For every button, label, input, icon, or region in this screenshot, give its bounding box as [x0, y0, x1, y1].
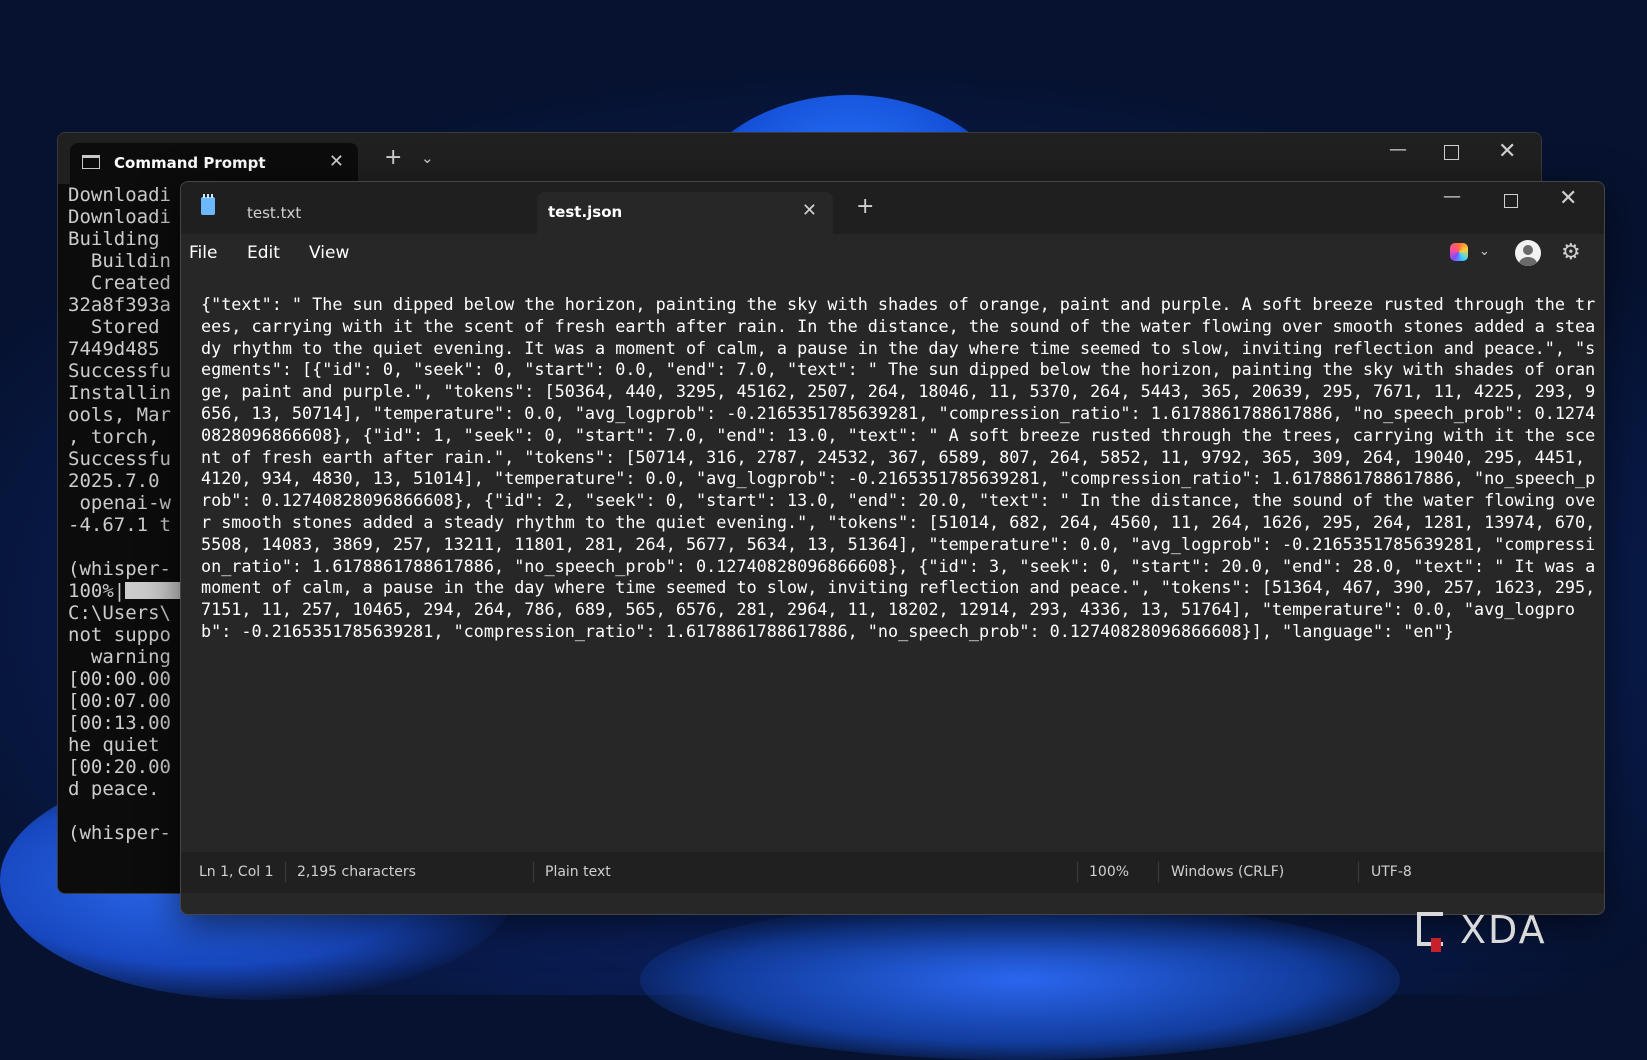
close-tab-icon[interactable]: ✕: [802, 200, 817, 221]
maximize-button[interactable]: [1444, 145, 1459, 160]
notepad-window: test.txt test.json ✕ + — ✕ File Edit Vie…: [180, 181, 1605, 915]
cmd-tab[interactable]: Command Prompt ✕: [70, 143, 358, 184]
status-bar: Ln 1, Col 1 2,195 characters Plain text …: [181, 852, 1604, 893]
wallpaper-bloom: [640, 900, 1400, 1060]
xda-logo-icon: [1417, 912, 1443, 952]
minimize-button[interactable]: —: [1389, 139, 1407, 160]
close-window-button[interactable]: ✕: [1498, 139, 1516, 164]
file-format: Plain text: [545, 864, 611, 880]
menu-file[interactable]: File: [189, 243, 217, 263]
cursor-position: Ln 1, Col 1: [199, 864, 274, 880]
notepad-tabbar: test.txt test.json ✕ + — ✕: [181, 182, 1604, 234]
tab-test-txt[interactable]: test.txt: [247, 204, 301, 222]
new-tab-icon[interactable]: +: [384, 145, 402, 170]
chevron-down-icon[interactable]: ⌄: [421, 149, 434, 167]
gear-icon[interactable]: ⚙: [1561, 240, 1581, 265]
terminal-output[interactable]: Downloadi Downloadi Building Buildin Cre…: [68, 184, 186, 844]
menu-edit[interactable]: Edit: [247, 243, 280, 263]
cmd-titlebar: Command Prompt ✕ + ⌄ — ✕: [58, 133, 1541, 184]
menu-bar: File Edit View ⌄ ⚙: [181, 234, 1604, 276]
editor-content[interactable]: {"text": " The sun dipped below the hori…: [201, 294, 1596, 643]
new-tab-icon[interactable]: +: [856, 194, 874, 219]
terminal-text: Downloadi Downloadi Building Buildin Cre…: [68, 184, 171, 602]
terminal-text: C:\Users\ not suppo warning [00:00.00 [0…: [68, 602, 171, 844]
cmd-tab-title: Command Prompt: [114, 154, 266, 172]
menu-view[interactable]: View: [309, 243, 349, 263]
minimize-button[interactable]: —: [1443, 186, 1461, 207]
copilot-icon[interactable]: [1450, 243, 1468, 261]
character-count: 2,195 characters: [297, 864, 416, 880]
tab-test-json[interactable]: test.json ✕: [537, 192, 833, 234]
progress-bar: [125, 582, 186, 599]
tab-label: test.json: [548, 203, 623, 221]
encoding[interactable]: UTF-8: [1371, 864, 1412, 880]
text-editor[interactable]: {"text": " The sun dipped below the hori…: [181, 276, 1604, 852]
line-ending[interactable]: Windows (CRLF): [1171, 864, 1284, 880]
xda-watermark: XDA: [1460, 908, 1547, 952]
chevron-down-icon[interactable]: ⌄: [1479, 244, 1490, 259]
avatar[interactable]: [1515, 240, 1541, 266]
terminal-icon: [82, 155, 100, 169]
maximize-button[interactable]: [1504, 194, 1518, 208]
zoom-level[interactable]: 100%: [1089, 864, 1129, 880]
close-window-button[interactable]: ✕: [1559, 186, 1577, 211]
notepad-app-icon: [201, 194, 215, 215]
close-tab-icon[interactable]: ✕: [329, 151, 344, 172]
